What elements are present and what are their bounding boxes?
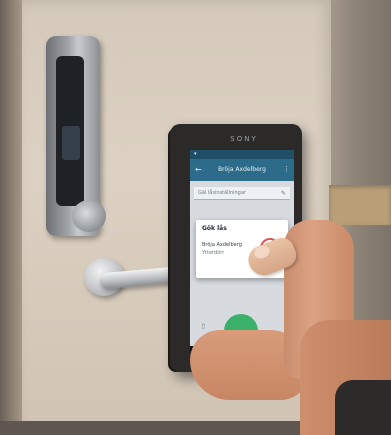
edit-icon[interactable]: ✎ xyxy=(281,187,286,200)
dialog-lock-name: Ytterdörr xyxy=(202,250,225,256)
arrow-back-icon[interactable]: ← xyxy=(195,165,202,175)
phone-brand-logo: SONY xyxy=(230,135,258,143)
photo-scene: SONY ▾ ← Bröja Axdelberg ⋮ Gäl låsinstäl… xyxy=(0,0,391,435)
app-title: Bröja Axdelberg xyxy=(218,166,266,173)
door-edge xyxy=(0,0,22,435)
dialog-title: Gök lås xyxy=(202,225,227,232)
status-bar: ▾ xyxy=(190,150,294,159)
settings-field-text: Gäl låsinställningar xyxy=(198,190,246,196)
settings-field[interactable]: Gäl låsinställningar ✎ xyxy=(194,187,290,200)
jacket-sleeve xyxy=(335,380,391,435)
share-icon[interactable]: ⇧ xyxy=(200,322,207,331)
more-icon[interactable]: ⋮ xyxy=(283,165,290,173)
lock-cylinder xyxy=(72,200,106,232)
app-bar: ← Bröja Axdelberg ⋮ xyxy=(190,159,294,181)
door-frame-band xyxy=(329,185,391,225)
dialog-lock-owner: Bröja Axdelberg xyxy=(202,242,242,248)
smart-lock-window xyxy=(62,126,80,160)
